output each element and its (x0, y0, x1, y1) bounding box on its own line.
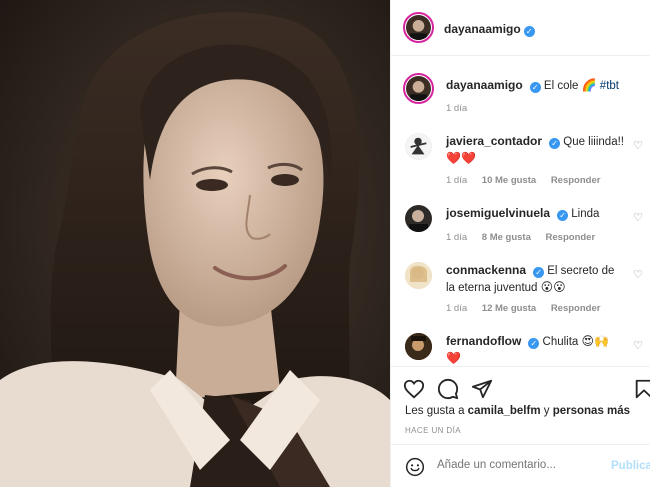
verified-icon: ✓ (549, 138, 561, 149)
verified-icon: ✓ (557, 210, 569, 221)
post-sidebar: dayanaamigo ✓ dayanaamigo ✓ El cole 🌈 #tbt… (390, 0, 650, 487)
verified-icon: ✓ (533, 267, 545, 278)
likes-summary: Les gusta a camila_belfm y personas más (405, 405, 630, 417)
author-username[interactable]: dayanaamigo (444, 22, 521, 36)
commenter-avatar[interactable] (405, 262, 432, 289)
bookmark-icon[interactable] (633, 378, 650, 400)
comment-likes[interactable]: 12 Me gusta (482, 303, 536, 314)
add-comment-bar: Publicar (391, 444, 650, 487)
caption-time[interactable]: 1 día (446, 103, 467, 114)
caption-text: El cole (543, 80, 579, 92)
verified-icon: ✓ (523, 26, 535, 37)
comment-emoji: 😮😮 (540, 280, 566, 294)
comment-emoji: 😍🙌 (581, 334, 609, 348)
action-bar (391, 366, 650, 406)
heart-icon[interactable] (403, 378, 425, 400)
commenter-username[interactable]: conmackenna (446, 263, 526, 277)
author-avatar[interactable] (403, 12, 434, 43)
comment-time[interactable]: 1 día (446, 303, 467, 314)
caption-avatar[interactable] (403, 73, 434, 104)
commenter-username[interactable]: javiera_contador (446, 134, 542, 148)
comment-like-icon[interactable]: ♡ (633, 211, 643, 224)
comment-time[interactable]: 1 día (446, 175, 467, 186)
comment-like-icon[interactable]: ♡ (633, 139, 643, 152)
comment-input[interactable] (437, 459, 597, 471)
smile-icon[interactable] (405, 457, 425, 477)
comment-text: Chulita (542, 336, 579, 348)
likes-prefix: Les gusta a (405, 405, 465, 417)
post-photo[interactable] (0, 0, 390, 487)
post-header: dayanaamigo ✓ (391, 0, 650, 56)
commenter-username[interactable]: fernandoflow (446, 334, 521, 348)
caption-hashtag[interactable]: #tbt (600, 80, 619, 92)
comment-likes[interactable]: 8 Me gusta (482, 232, 531, 243)
verified-icon: ✓ (528, 338, 540, 349)
reply-button[interactable]: Responder (551, 175, 601, 186)
likes-user-link[interactable]: camila_belfm (468, 405, 541, 417)
comment-like-icon[interactable]: ♡ (633, 268, 643, 281)
comment-likes[interactable]: 10 Me gusta (482, 175, 536, 186)
comment-time[interactable]: 1 día (446, 232, 467, 243)
post-timestamp[interactable]: HACE UN DÍA (405, 426, 461, 435)
comment-emoji: ❤️❤️ (446, 151, 476, 165)
caption-username[interactable]: dayanaamigo (446, 78, 523, 92)
likes-connector: y (543, 405, 550, 417)
likes-others-link[interactable]: personas más (553, 405, 630, 417)
comment-text: Linda (571, 208, 600, 220)
publish-button[interactable]: Publicar (611, 460, 650, 472)
commenter-avatar[interactable] (405, 333, 432, 360)
comment-text: Que liiinda!! (563, 136, 624, 148)
comment-emoji-2: ❤️ (446, 351, 461, 365)
rainbow-emoji: 🌈 (581, 78, 597, 92)
commenter-avatar[interactable] (405, 205, 432, 232)
comment-icon[interactable] (437, 378, 459, 400)
commenter-username[interactable]: josemiguelvinuela (446, 206, 550, 220)
reply-button[interactable]: Responder (551, 303, 601, 314)
share-icon[interactable] (471, 378, 493, 400)
verified-icon: ✓ (529, 82, 541, 93)
commenter-avatar[interactable] (405, 133, 432, 160)
comment-like-icon[interactable]: ♡ (633, 339, 643, 352)
reply-button[interactable]: Responder (546, 232, 596, 243)
